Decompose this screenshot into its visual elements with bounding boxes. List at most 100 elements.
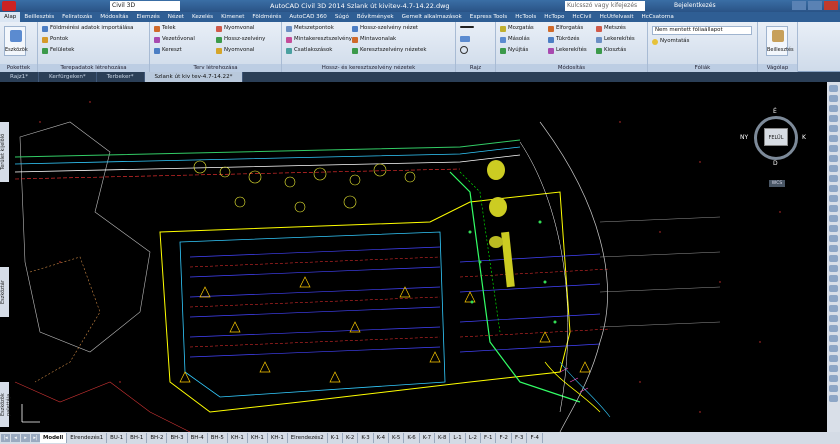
isolate-icon[interactable] <box>829 305 838 312</box>
lock-ui-icon[interactable] <box>829 395 838 402</box>
layout-tab[interactable]: F-2 <box>496 433 512 443</box>
ribbon-tab[interactable]: Express Tools <box>466 12 511 22</box>
zoom-previous-icon[interactable] <box>829 155 838 162</box>
circle-tool[interactable] <box>460 46 468 54</box>
ribbon-tab[interactable]: Elemzés <box>132 12 163 22</box>
parcel-button[interactable]: Telek <box>154 25 176 32</box>
prev-tab-icon[interactable]: ◂ <box>11 434 20 442</box>
layout-tab[interactable]: L-1 <box>450 433 466 443</box>
surfaces-button[interactable]: Felületek <box>42 47 74 54</box>
ribbon-tab[interactable]: HcCivil <box>568 12 595 22</box>
layer-tool-icon[interactable] <box>829 165 838 172</box>
next-tab-icon[interactable]: ▸ <box>21 434 30 442</box>
ribbon-tab[interactable]: Nézet <box>164 12 188 22</box>
layout-tab[interactable]: BU-1 <box>107 433 128 443</box>
showmotion-icon[interactable] <box>829 125 838 132</box>
profile-view-button[interactable]: Hossz-szelvény nézet <box>352 25 418 32</box>
ribbon-tab[interactable]: Kimenet <box>217 12 248 22</box>
layout-icon[interactable] <box>829 355 838 362</box>
ribbon-tab[interactable]: Módosítás <box>96 12 132 22</box>
alignment-button[interactable]: Nyomvonal <box>216 25 254 32</box>
layout-tab[interactable]: K-4 <box>374 433 390 443</box>
toolspace-button[interactable]: Eszközök <box>4 26 28 56</box>
grid-icon[interactable] <box>829 205 838 212</box>
transparency-icon[interactable] <box>829 265 838 272</box>
minimize-button[interactable] <box>792 1 806 10</box>
object-snap-icon[interactable] <box>829 195 838 202</box>
ribbon-tab[interactable]: HcUtfelvasit <box>596 12 638 22</box>
sample-lines-button[interactable]: Mintavonalak <box>352 36 396 43</box>
ribbon-tab[interactable]: Bővítmények <box>353 12 398 22</box>
annotation-visibility-icon[interactable] <box>829 375 838 382</box>
file-tab[interactable]: Szlank út kiv tev-4.7-14.22* <box>144 72 244 82</box>
viewcube[interactable]: FELÜL É D K NY <box>740 108 806 168</box>
compass-north[interactable]: É <box>773 108 777 115</box>
dynamic-input-icon[interactable] <box>829 245 838 252</box>
paste-button[interactable]: Beillesztés <box>766 26 794 56</box>
layout-tab[interactable]: F-3 <box>512 433 528 443</box>
section-points-button[interactable]: Metszetpontok <box>286 25 334 32</box>
intersection-button[interactable]: Kereszt <box>154 47 182 54</box>
ribbon-tab[interactable]: Kezelés <box>188 12 217 22</box>
points-button[interactable]: Pontok <box>42 36 68 43</box>
fillet2-button[interactable]: Lekerekítés <box>596 36 635 43</box>
lineweight-icon[interactable] <box>829 255 838 262</box>
toolspace-tab[interactable]: Eszköztár <box>0 267 9 317</box>
tool-palette-tab[interactable]: Terület kijelölő <box>0 122 9 182</box>
file-tab[interactable]: Terbeker* <box>97 72 145 82</box>
file-tab[interactable]: Rajz1* <box>0 72 40 82</box>
sign-in-link[interactable]: Bejelentkezés <box>674 0 716 12</box>
ribbon-tab[interactable]: Feliratozás <box>58 12 96 22</box>
ribbon-tab[interactable]: Súgó <box>331 12 353 22</box>
section-views-button[interactable]: Keresztszelvény nézetek <box>352 47 426 54</box>
compass-south[interactable]: D <box>773 160 778 167</box>
ribbon-tab[interactable]: HcCsatorna <box>638 12 678 22</box>
array-button[interactable]: Kiosztás <box>596 47 626 54</box>
auto-scale-icon[interactable] <box>829 385 838 392</box>
clean-screen-icon[interactable] <box>829 325 838 332</box>
file-tab[interactable]: Kerfürgeken* <box>39 72 97 82</box>
profile-button[interactable]: Hossz-szelvény <box>216 36 265 43</box>
annotation-scale-icon[interactable] <box>829 285 838 292</box>
polar-icon[interactable] <box>829 225 838 232</box>
layout-tab[interactable]: BH-2 <box>147 433 168 443</box>
orbit-icon[interactable] <box>829 115 838 122</box>
layout-tab[interactable]: KH-1 <box>228 433 248 443</box>
search-input[interactable]: Kulcsszó vagy kifejezés <box>565 1 645 11</box>
layout-tab[interactable]: KH-1 <box>248 433 268 443</box>
layout-tab[interactable]: KH-1 <box>268 433 288 443</box>
layer-state-dropdown[interactable]: Nem mentett fóliaállapot <box>652 26 752 35</box>
mirror-button[interactable]: Tükrözés <box>548 36 579 43</box>
alignment2-button[interactable]: Nyomvonal <box>216 47 254 54</box>
ribbon-tab[interactable]: Földmérés <box>248 12 285 22</box>
polyline-tool[interactable] <box>460 36 470 42</box>
copy-button[interactable]: Másolás <box>500 36 530 43</box>
compass-west[interactable]: NY <box>740 134 748 141</box>
ribbon-tab[interactable]: Beillesztés <box>20 12 58 22</box>
ribbon-tab[interactable]: Gemelt alkalmazások <box>398 12 466 22</box>
layout-tab[interactable]: K-1 <box>328 433 343 443</box>
settings-icon[interactable] <box>829 345 838 352</box>
application-menu-button[interactable] <box>2 1 16 11</box>
properties-icon[interactable] <box>829 175 838 182</box>
drawing-area[interactable]: Terület kijelölő Eszköztár Eszközök pale… <box>0 82 840 432</box>
layout-tab[interactable]: Elrendezés2 <box>288 433 328 443</box>
last-tab-icon[interactable]: ▸| <box>31 434 40 442</box>
connections-button[interactable]: Csatlakozások <box>286 47 332 54</box>
layout-tab[interactable]: F-4 <box>527 433 543 443</box>
pan-icon[interactable] <box>829 95 838 102</box>
workspace-icon[interactable] <box>829 295 838 302</box>
zoom-extents-icon[interactable] <box>829 135 838 142</box>
layout-tab[interactable]: K-5 <box>389 433 405 443</box>
close-button[interactable] <box>824 1 838 10</box>
layout-tab[interactable]: K-2 <box>343 433 359 443</box>
import-survey-button[interactable]: Földmérési adatok importálása <box>42 25 133 32</box>
snap-icon[interactable] <box>829 235 838 242</box>
customize-icon[interactable] <box>829 335 838 342</box>
layout-tab[interactable]: K-6 <box>404 433 420 443</box>
layer-dropdown[interactable]: Nyomtatás <box>652 38 689 45</box>
wcs-menu[interactable]: WCS <box>769 180 785 187</box>
tool-palette-tab-2[interactable]: Eszközök palettája <box>0 382 12 427</box>
workspace-selector[interactable]: Civil 3D <box>110 1 180 11</box>
first-tab-icon[interactable]: |◂ <box>1 434 10 442</box>
